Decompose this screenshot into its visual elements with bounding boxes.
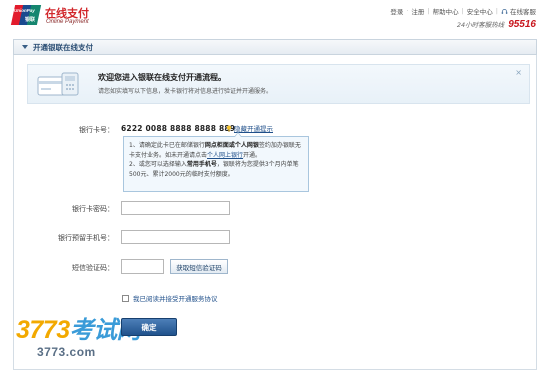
- tip-arrow-inner: [235, 133, 241, 137]
- help-center-link[interactable]: 帮助中心: [433, 6, 459, 16]
- top-nav: 登录 · 注册 | 帮助中心 | 安全中心 | 在线客服: [390, 6, 536, 16]
- tip-bold: 常用手机号: [186, 161, 217, 168]
- nav-separator: ·: [406, 7, 409, 15]
- section-title: 开通银联在线支付: [33, 42, 93, 52]
- logo-sub: 银联: [25, 17, 36, 23]
- tip-text: 开通。: [243, 151, 262, 159]
- sms-code-label: 短信验证码：: [72, 264, 114, 272]
- sms-code-input[interactable]: [121, 259, 164, 274]
- close-icon[interactable]: ×: [515, 68, 522, 77]
- hotline-label: 24小时客服热线: [456, 21, 505, 29]
- tip-bold: 网点柜面或个人网银: [204, 142, 259, 149]
- get-sms-code-button[interactable]: 获取短信验证码: [170, 259, 228, 274]
- card-terminal-illustration-icon: [37, 72, 79, 96]
- welcome-headline: 欢迎您进入银联在线支付开通流程。: [98, 73, 226, 82]
- nav-separator: |: [461, 7, 464, 15]
- logo-text: UnionPay: [14, 8, 35, 13]
- agreement-checkbox[interactable]: [122, 294, 129, 302]
- security-center-link[interactable]: 安全中心: [467, 6, 493, 16]
- tip-line-1: 1、请确定此卡已在邮储银行网点柜面或个人网银签约加办银联无卡支付业务。如未开通请…: [129, 141, 303, 160]
- phone-input[interactable]: [121, 230, 230, 244]
- lightbulb-icon: [226, 124, 232, 132]
- unionpay-logo: UnionPay 银联: [10, 5, 42, 25]
- online-service-link[interactable]: 在线客服: [501, 6, 536, 16]
- card-number-label: 银行卡号：: [79, 126, 114, 134]
- nav-separator: |: [427, 7, 430, 15]
- agreement-row: 我已阅读并接受开通服务协议: [122, 293, 218, 303]
- welcome-description: 请您如实填写以下信息，发卡银行将对信息进行验证并开通服务。: [98, 88, 273, 95]
- register-link[interactable]: 注册: [411, 6, 424, 16]
- password-label: 银行卡密码：: [72, 205, 114, 213]
- hotline-number: 95516: [508, 19, 536, 30]
- online-service-label: 在线客服: [510, 8, 536, 16]
- card-number-value: 6222 0088 8888 8888 889: [121, 124, 236, 133]
- personal-ebank-link[interactable]: 个人网上银行: [207, 152, 243, 159]
- confirm-button[interactable]: 确定: [121, 318, 177, 336]
- headset-icon: [501, 8, 508, 14]
- tip-line-2: 2、或您可以选择输入常用手机号，银联将为您提供3个月内单笔500元、累计2000…: [129, 160, 303, 179]
- open-tip-box: 1、请确定此卡已在邮储银行网点柜面或个人网银签约加办银联无卡支付业务。如未开通请…: [123, 132, 309, 192]
- watermark-domain: 3773.com: [37, 345, 96, 359]
- card-password-input[interactable]: [121, 201, 230, 215]
- watermark-number: 3773: [16, 316, 70, 344]
- tip-text: 1、请确定此卡已在邮储银行: [129, 142, 205, 149]
- nav-separator: |: [495, 7, 498, 15]
- tip-text: 2、或您可以选择输入: [129, 161, 187, 168]
- brand-subtitle: Online Payment: [46, 19, 89, 25]
- header: UnionPay 银联 在线支付 Online Payment 登录 · 注册 …: [0, 0, 550, 30]
- login-link[interactable]: 登录: [390, 6, 403, 16]
- agreement-label[interactable]: 我已阅读并接受开通服务协议: [133, 293, 218, 303]
- hotline: 24小时客服热线 95516: [457, 19, 536, 30]
- section-header[interactable]: 开通银联在线支付: [13, 39, 537, 55]
- welcome-banner: 欢迎您进入银联在线支付开通流程。 请您如实填写以下信息，发卡银行将对信息进行验证…: [27, 64, 530, 104]
- phone-label: 银行预留手机号：: [58, 234, 114, 242]
- collapse-triangle-icon: [22, 45, 28, 49]
